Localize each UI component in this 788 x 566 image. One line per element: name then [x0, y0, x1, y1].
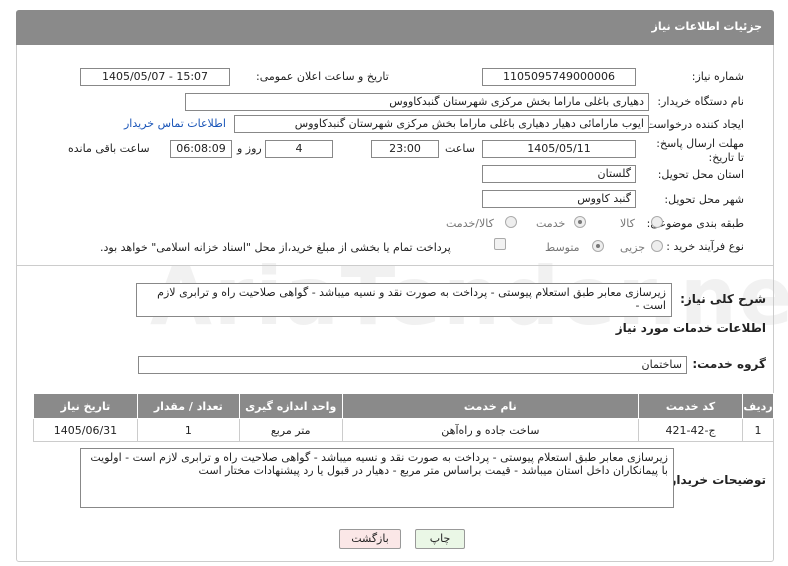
purchase-minor-label: جزیی [620, 241, 646, 254]
city-label: شهر محل تحویل: [664, 193, 744, 206]
print-button[interactable]: چاپ [415, 529, 465, 549]
divider [16, 265, 774, 266]
table-row: 1405/06/31 1 متر مربع ساخت جاده و راه‌آه… [33, 418, 775, 442]
deadline-date-field: 1405/05/11 [482, 140, 636, 158]
cell-unit: متر مربع [238, 418, 343, 442]
service-group-label: گروه خدمت: [692, 357, 766, 371]
remaining-time-field: 06:08:09 [170, 140, 232, 158]
col-quantity: تعداد / مقدار [136, 393, 240, 419]
cell-service-name: ساخت جاده و راه‌آهن [341, 418, 640, 442]
creator-label: ایجاد کننده درخواست: [642, 118, 744, 131]
category-service-radio[interactable] [574, 216, 586, 228]
buyer-notes-label: توضیحات خریدار: [664, 473, 766, 487]
category-goods-label: کالا [620, 217, 635, 230]
cell-service-code: ج-42-421 [638, 418, 743, 442]
col-row: ردیف [741, 393, 775, 419]
summary-textarea[interactable]: زیرسازی معابر طبق استعلام پیوستی - پرداخ… [136, 283, 672, 317]
purchase-minor-radio[interactable] [651, 240, 663, 252]
payment-note: پرداخت تمام یا بخشی از مبلغ خرید،از محل … [100, 241, 451, 254]
services-table: تاریخ نیاز تعداد / مقدار واحد اندازه گیر… [33, 393, 775, 442]
category-both-label: کالا/خدمت [446, 217, 494, 230]
table-header-row: تاریخ نیاز تعداد / مقدار واحد اندازه گیر… [33, 393, 775, 419]
services-title: اطلاعات خدمات مورد نیاز [615, 321, 766, 335]
need-number-field: 1105095749000006 [482, 68, 636, 86]
treasury-payment-checkbox[interactable] [494, 238, 506, 250]
cell-need-date: 1405/06/31 [33, 418, 138, 442]
remaining-label: ساعت باقی مانده [68, 142, 150, 155]
days-label: روز و [237, 142, 262, 155]
purchase-type-label: نوع فرآیند خرید : [666, 240, 744, 253]
buyer-notes-textarea[interactable]: زیرسازی معابر طبق استعلام پیوستی - پرداخ… [80, 448, 674, 508]
need-number-label: شماره نیاز: [691, 70, 744, 83]
col-service-code: کد خدمت [638, 393, 743, 419]
col-unit: واحد اندازه گیری [238, 393, 343, 419]
cell-row: 1 [741, 418, 775, 442]
province-label: استان محل تحویل: [657, 168, 744, 181]
col-service-name: نام خدمت [341, 393, 640, 419]
category-goods-radio[interactable] [651, 216, 663, 228]
time-label: ساعت [445, 142, 475, 155]
buyer-label: نام دستگاه خریدار: [657, 95, 744, 108]
category-both-radio[interactable] [505, 216, 517, 228]
back-button[interactable]: بازگشت [339, 529, 401, 549]
deadline-label: مهلت ارسال پاسخ: تا تاریخ: [656, 137, 744, 164]
category-service-label: خدمت [536, 217, 566, 230]
col-need-date: تاریخ نیاز [33, 393, 138, 419]
cell-quantity: 1 [136, 418, 240, 442]
province-field: گلستان [482, 165, 636, 183]
summary-label: شرح کلی نیاز: [680, 292, 766, 306]
buyer-field: دهیاری باغلی ماراما بخش مرکزی شهرستان گن… [185, 93, 649, 111]
announce-label: تاریخ و ساعت اعلان عمومی: [256, 70, 389, 83]
contact-buyer-link[interactable]: اطلاعات تماس خریدار [124, 117, 226, 130]
days-field: 4 [265, 140, 333, 158]
page-title: جزئیات اطلاعات نیاز [651, 20, 763, 33]
announce-field: 1405/05/07 - 15:07 [80, 68, 230, 86]
deadline-time-field: 23:00 [371, 140, 439, 158]
creator-field: ایوب مارامائی دهیار دهیاری باغلی ماراما … [234, 115, 649, 133]
service-group-field: ساختمان [138, 356, 687, 374]
purchase-medium-radio[interactable] [592, 240, 604, 252]
purchase-medium-label: متوسط [545, 241, 580, 254]
panel-header: جزئیات اطلاعات نیاز [16, 10, 774, 45]
city-field: گنبد کاووس [482, 190, 636, 208]
